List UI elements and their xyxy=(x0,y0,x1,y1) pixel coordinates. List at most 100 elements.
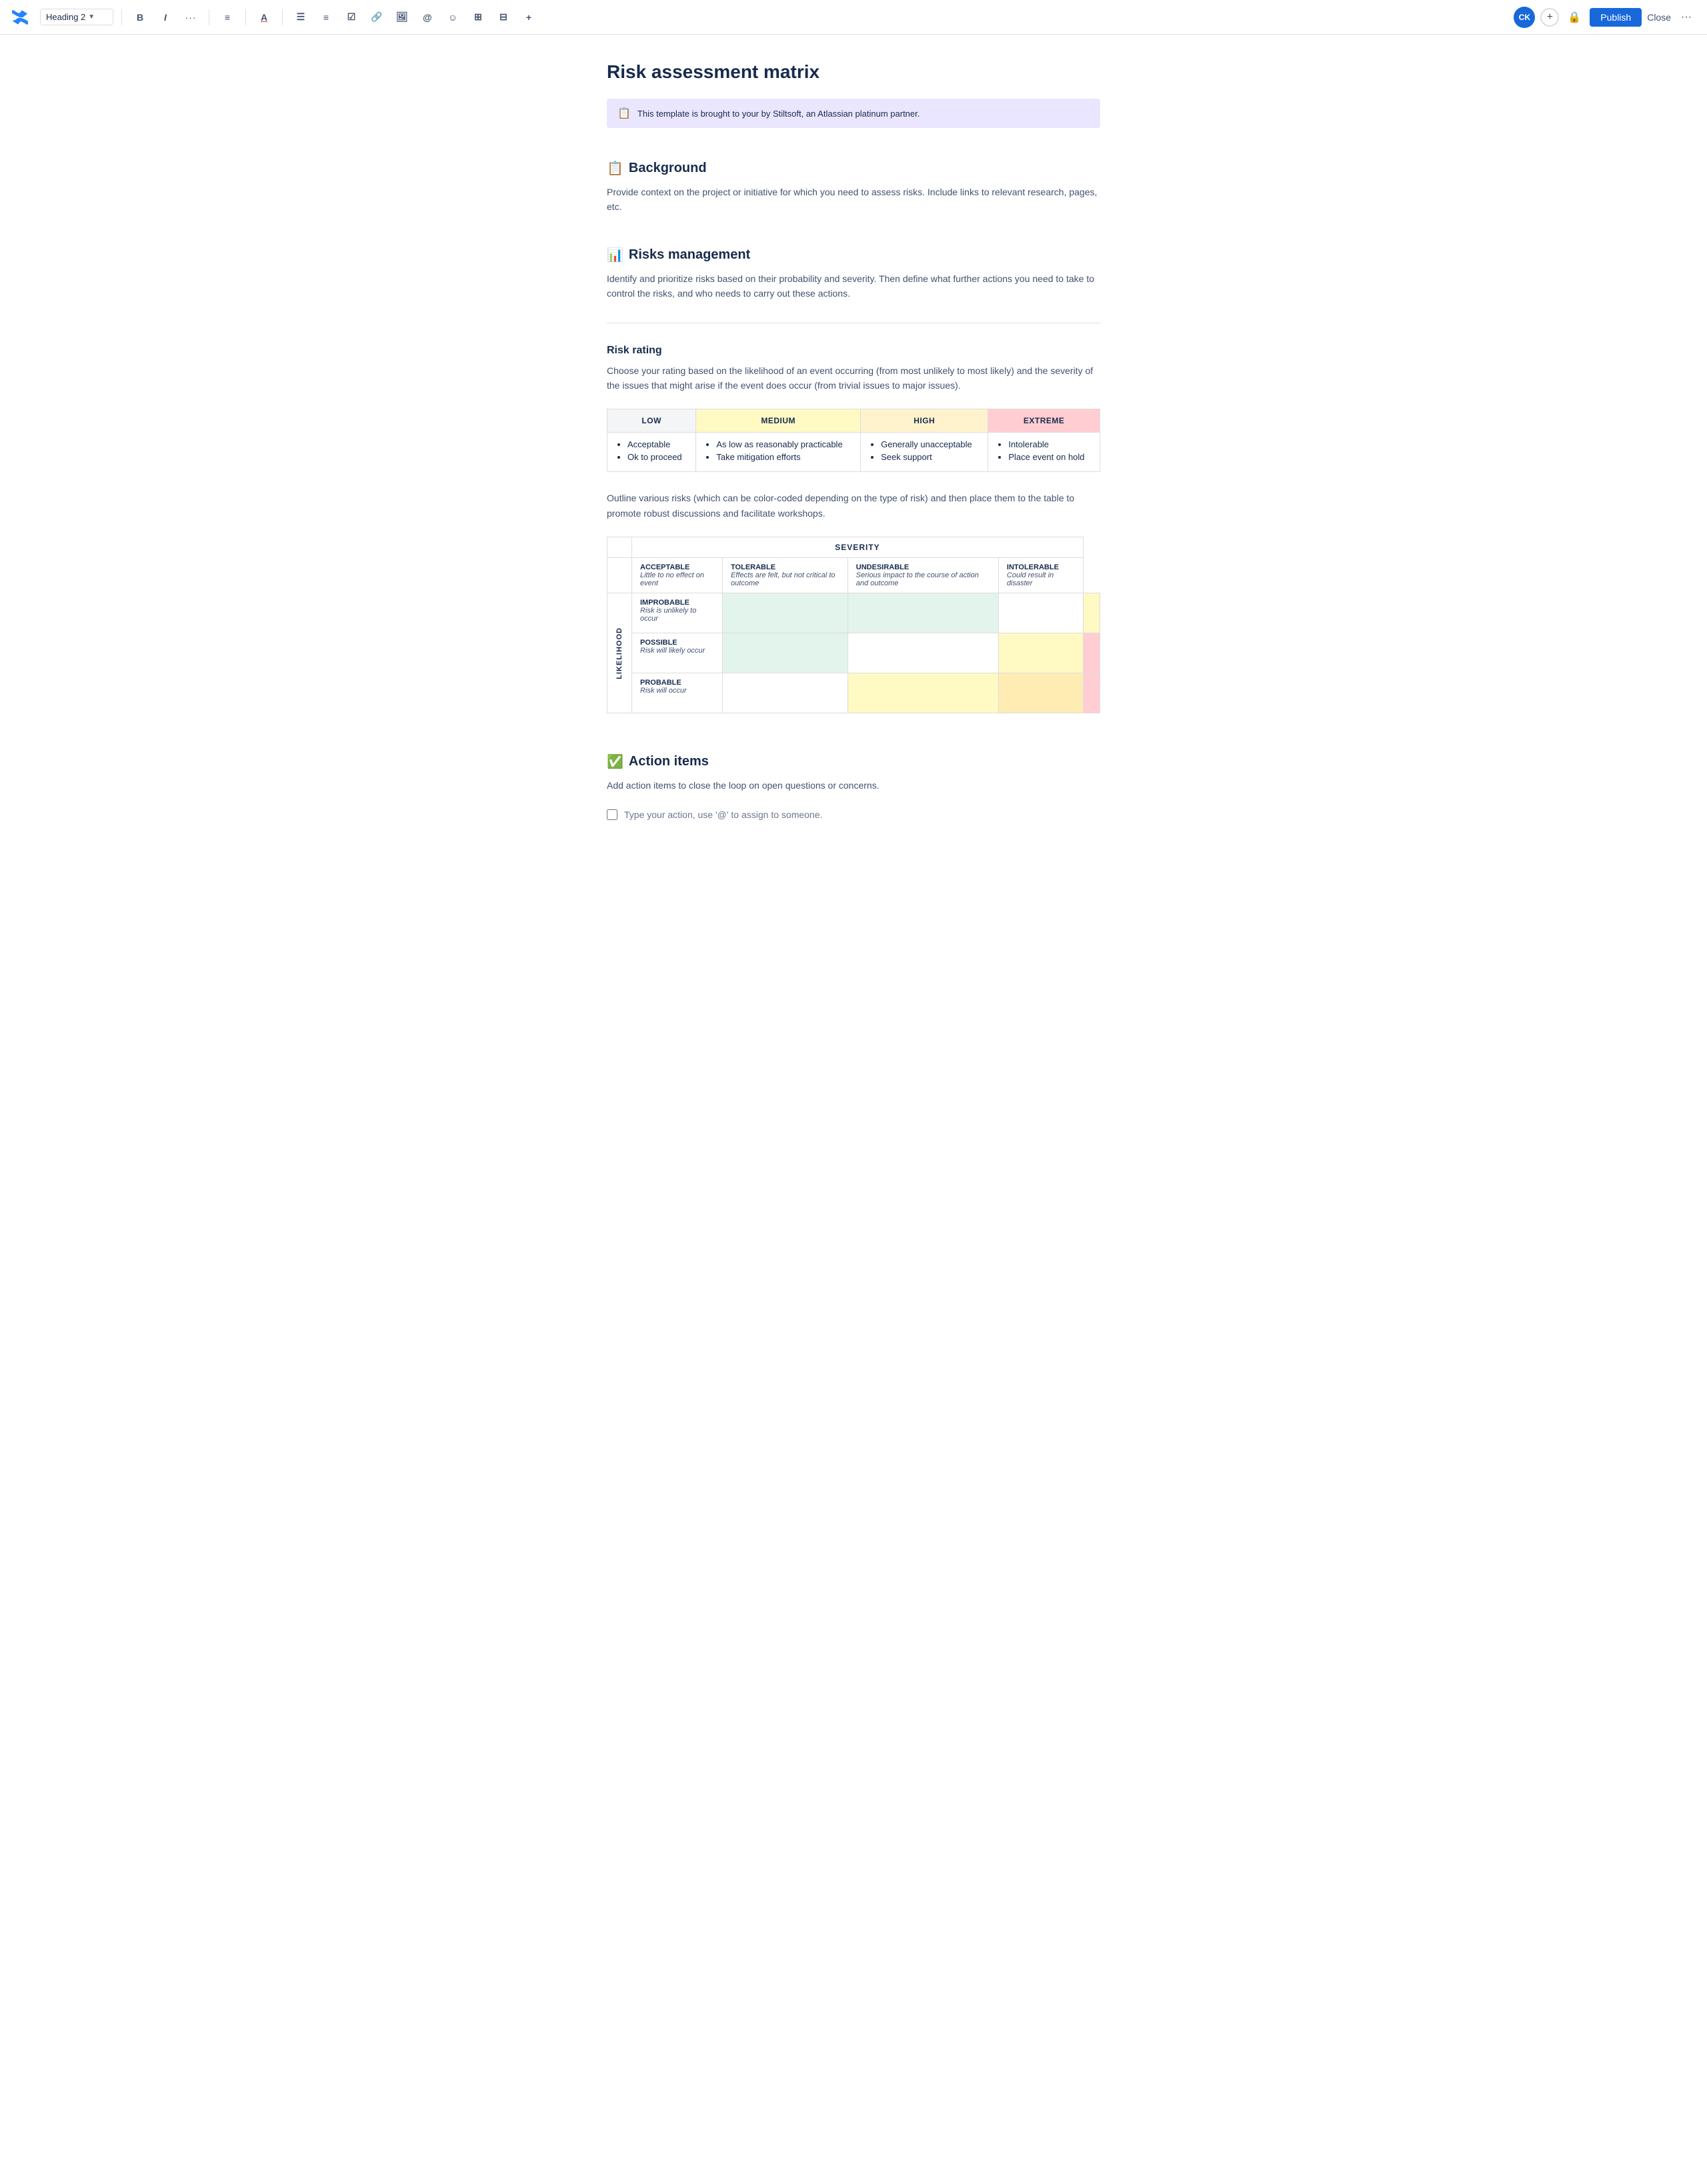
action-placeholder[interactable]: Type your action, use '@' to assign to s… xyxy=(624,809,822,820)
toolbar-divider-3 xyxy=(245,9,246,25)
risk-rating-description: Choose your rating based on the likeliho… xyxy=(607,363,1100,393)
publish-button[interactable]: Publish xyxy=(1590,8,1642,27)
th-extreme: EXTREME xyxy=(988,409,1100,433)
col-intolerable: INTOLERABLE Could result in disaster xyxy=(998,558,1083,593)
cell-possible-acceptable xyxy=(723,633,848,673)
link-button[interactable]: 🔗 xyxy=(367,7,387,27)
add-collaborator-button[interactable]: + xyxy=(1540,8,1559,27)
col-tolerable-sub: Effects are felt, but not critical to ou… xyxy=(731,571,839,587)
action-checkbox-row: Type your action, use '@' to assign to s… xyxy=(607,809,1100,820)
cell-probable-intolerable xyxy=(1083,673,1100,713)
risks-management-description[interactable]: Identify and prioritize risks based on t… xyxy=(607,271,1100,301)
heading-selector-label: Heading 2 xyxy=(46,12,85,22)
possible-sub: Risk will likely occur xyxy=(640,647,714,655)
text-color-icon: A xyxy=(261,12,267,23)
mention-button[interactable]: @ xyxy=(417,7,437,27)
table-row: LIKELIHOOD IMPROBABLE Risk is unlikely t… xyxy=(607,593,1100,633)
cell-improbable-undesirable xyxy=(998,593,1083,633)
bullet-list-icon: ☰ xyxy=(297,11,305,23)
cell-improbable-acceptable xyxy=(723,593,848,633)
outline-text: Outline various risks (which can be colo… xyxy=(607,491,1100,521)
probable-label: PROBABLE xyxy=(640,679,714,687)
content-area: Risk assessment matrix 📋 This template i… xyxy=(593,35,1114,873)
cell-possible-undesirable xyxy=(998,633,1083,673)
toolbar-right: CK + 🔒 Publish Close ··· xyxy=(1514,7,1696,28)
table-row: Acceptable Ok to proceed As low as reaso… xyxy=(607,433,1100,472)
risks-management-heading: 📊 Risks management xyxy=(607,247,1100,263)
cell-possible-tolerable xyxy=(847,633,998,673)
bold-button[interactable]: B xyxy=(130,7,150,27)
col-intolerable-label: INTOLERABLE xyxy=(1007,563,1075,571)
avatar[interactable]: CK xyxy=(1514,7,1535,28)
check-list-button[interactable]: ☑ xyxy=(341,7,361,27)
risk-rating-heading: Risk rating xyxy=(607,345,1100,357)
table-icon: ⊞ xyxy=(474,11,482,23)
improbable-label: IMPROBABLE xyxy=(640,599,714,607)
medium-cell: As low as reasonably practicable Take mi… xyxy=(696,433,861,472)
cell-improbable-tolerable xyxy=(847,593,998,633)
list-item: As low as reasonably practicable xyxy=(716,439,851,449)
image-button[interactable]: 🖼 xyxy=(392,7,412,27)
th-medium: MEDIUM xyxy=(696,409,861,433)
table-row: POSSIBLE Risk will likely occur xyxy=(607,633,1100,673)
toolbar-divider-4 xyxy=(282,9,283,25)
close-button[interactable]: Close xyxy=(1647,12,1671,23)
col-tolerable-label: TOLERABLE xyxy=(731,563,839,571)
likelihood-header-cell: LIKELIHOOD xyxy=(607,593,632,713)
toolbar: Heading 2 ▼ B I ··· ≡ A ☰ ≡ ☑ 🔗 🖼 @ ☺ ⊞ … xyxy=(0,0,1707,35)
list-item: Ok to proceed xyxy=(627,452,686,462)
cell-probable-tolerable xyxy=(847,673,998,713)
insert-more-button[interactable]: + xyxy=(519,7,539,27)
col-tolerable: TOLERABLE Effects are felt, but not crit… xyxy=(723,558,848,593)
rating-table: LOW MEDIUM HIGH EXTREME Acceptable Ok to… xyxy=(607,409,1100,472)
more-format-button[interactable]: ··· xyxy=(181,7,201,27)
col-acceptable-label: ACCEPTABLE xyxy=(640,563,714,571)
probable-header: PROBABLE Risk will occur xyxy=(632,673,723,713)
columns-icon: ⊟ xyxy=(499,11,507,23)
background-description[interactable]: Provide context on the project or initia… xyxy=(607,185,1100,215)
background-heading: 📋 Background xyxy=(607,160,1100,177)
columns-button[interactable]: ⊟ xyxy=(493,7,513,27)
page-title[interactable]: Risk assessment matrix xyxy=(607,61,1100,83)
lock-icon: 🔒 xyxy=(1568,11,1581,24)
heading-selector[interactable]: Heading 2 ▼ xyxy=(40,9,113,25)
likelihood-label: LIKELIHOOD xyxy=(615,627,623,679)
bullet-list-button[interactable]: ☰ xyxy=(291,7,311,27)
info-banner-icon: 📋 xyxy=(617,107,631,120)
more-options-button[interactable]: ··· xyxy=(1676,7,1696,27)
list-item: Generally unacceptable xyxy=(881,439,978,449)
improbable-header: IMPROBABLE Risk is unlikely to occur xyxy=(632,593,723,633)
more-options-icon: ··· xyxy=(1681,11,1692,23)
lock-button[interactable]: 🔒 xyxy=(1564,7,1584,27)
extreme-cell: Intolerable Place event on hold xyxy=(988,433,1100,472)
confluence-logo[interactable] xyxy=(11,8,29,27)
low-cell: Acceptable Ok to proceed xyxy=(607,433,696,472)
align-button[interactable]: ≡ xyxy=(217,7,237,27)
info-banner: 📋 This template is brought to your by St… xyxy=(607,99,1100,128)
emoji-button[interactable]: ☺ xyxy=(443,7,463,27)
background-icon: 📋 xyxy=(607,160,623,177)
table-row: PROBABLE Risk will occur xyxy=(607,673,1100,713)
col-undesirable: UNDESIRABLE Serious impact to the course… xyxy=(847,558,998,593)
background-section: 📋 Background Provide context on the proj… xyxy=(607,160,1100,215)
list-item: Acceptable xyxy=(627,439,686,449)
severity-header: SEVERITY xyxy=(632,537,1084,558)
italic-button[interactable]: I xyxy=(155,7,175,27)
table-button[interactable]: ⊞ xyxy=(468,7,488,27)
col-acceptable-sub: Little to no effect on event xyxy=(640,571,714,587)
risks-management-icon: 📊 xyxy=(607,247,623,263)
list-item: Intolerable xyxy=(1008,439,1090,449)
possible-label: POSSIBLE xyxy=(640,639,714,647)
emoji-icon: ☺ xyxy=(448,12,457,23)
col-undesirable-label: UNDESIRABLE xyxy=(856,563,990,571)
toolbar-divider-1 xyxy=(121,9,122,25)
action-items-heading: ✅ Action items xyxy=(607,753,1100,770)
numbered-list-button[interactable]: ≡ xyxy=(316,7,336,27)
action-checkbox[interactable] xyxy=(607,809,617,820)
text-color-button[interactable]: A xyxy=(254,7,274,27)
risk-rating-subsection: Risk rating Choose your rating based on … xyxy=(607,345,1100,714)
chevron-down-icon: ▼ xyxy=(88,13,95,21)
th-high: HIGH xyxy=(861,409,988,433)
link-icon: 🔗 xyxy=(371,11,382,23)
mention-icon: @ xyxy=(423,12,432,23)
